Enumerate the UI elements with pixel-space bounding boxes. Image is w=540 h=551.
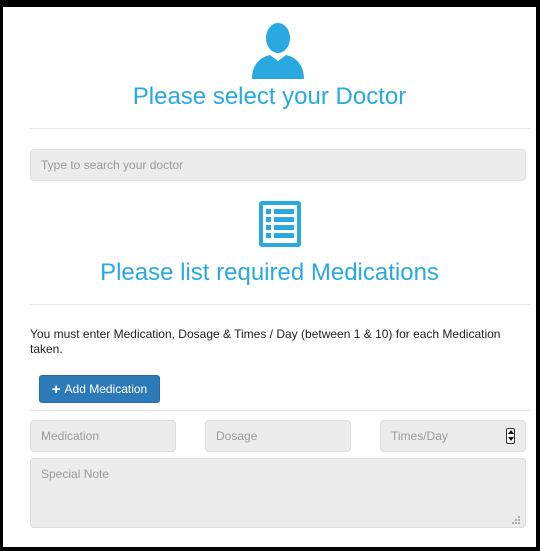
window-frame-right: [536, 0, 540, 551]
doctor-search-placeholder: Type to search your doctor: [41, 158, 184, 172]
spinner-up-icon[interactable]: [507, 429, 514, 436]
spinner-down-icon[interactable]: [507, 436, 514, 443]
medication-input[interactable]: Medication: [30, 420, 176, 452]
add-medication-label: Add Medication: [64, 382, 148, 396]
number-spinner[interactable]: [506, 428, 515, 444]
divider: [30, 128, 530, 129]
form-panel: Please select your Doctor Type to search…: [3, 7, 536, 547]
window-frame-bottom: [0, 547, 540, 551]
times-per-day-input[interactable]: Times/Day: [380, 420, 526, 452]
window-frame-top: [0, 0, 540, 7]
special-note-textarea[interactable]: Special Note: [30, 458, 526, 528]
special-note-placeholder: Special Note: [41, 467, 110, 481]
divider: [30, 304, 530, 305]
doctor-search-input[interactable]: Type to search your doctor: [30, 149, 526, 181]
user-icon: [250, 21, 306, 84]
medication-placeholder: Medication: [41, 429, 100, 443]
plus-icon: +: [51, 380, 61, 398]
medication-instructions: You must enter Medication, Dosage & Time…: [30, 327, 501, 356]
dosage-input[interactable]: Dosage: [205, 420, 351, 452]
add-medication-button[interactable]: + Add Medication: [39, 375, 160, 403]
list-icon: [259, 201, 301, 252]
medications-section-title: Please list required Medications: [100, 259, 439, 286]
dosage-placeholder: Dosage: [216, 429, 258, 443]
doctor-section-title: Please select your Doctor: [132, 83, 407, 110]
resize-grip-icon[interactable]: [512, 514, 521, 524]
divider: [30, 410, 530, 411]
times-per-day-placeholder: Times/Day: [391, 429, 448, 443]
